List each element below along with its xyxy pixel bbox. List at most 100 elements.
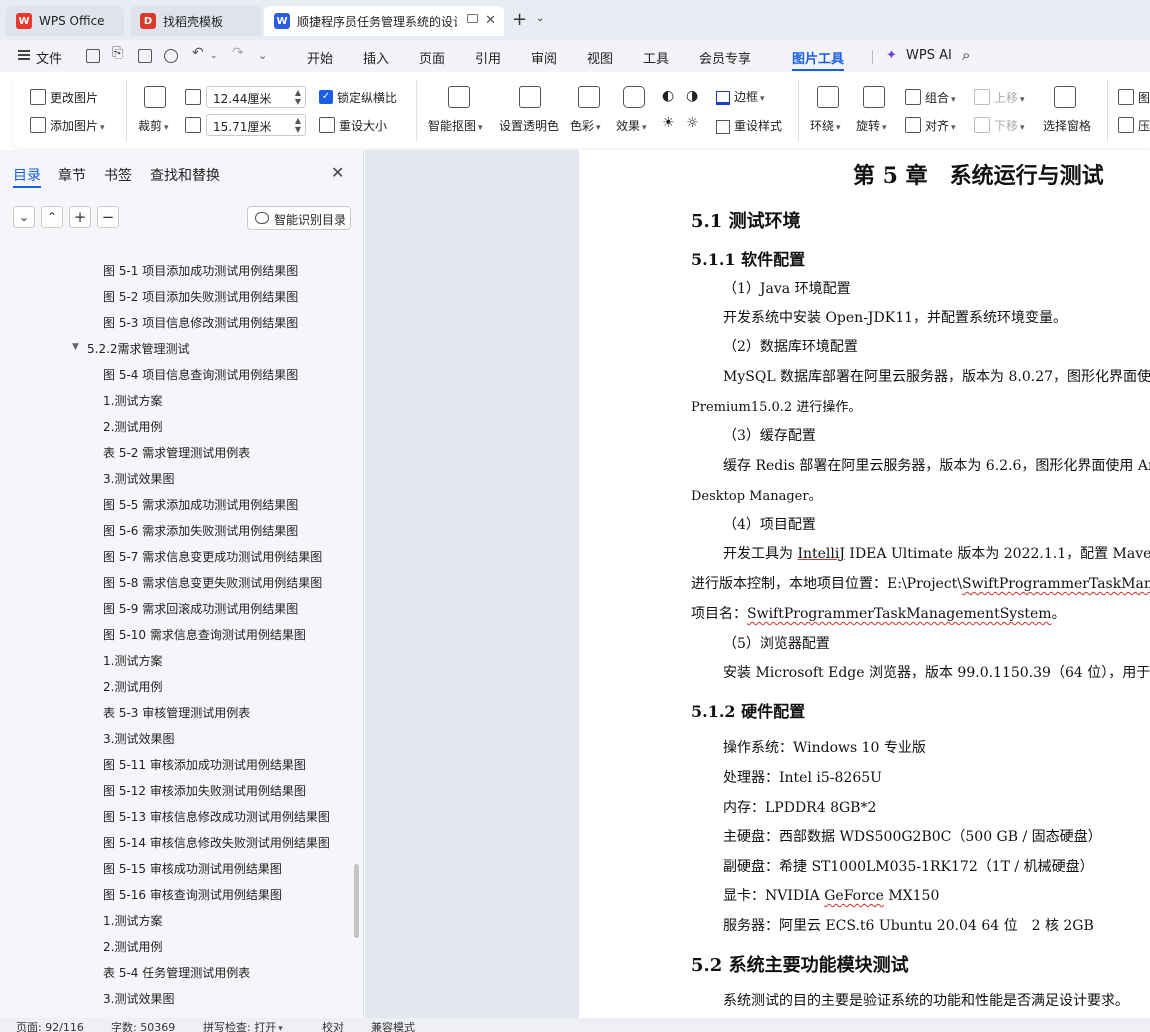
smart-cutout-button[interactable]: 智能抠图 ▾ <box>428 117 483 134</box>
tab-bookmarks[interactable]: 书签 <box>104 165 132 185</box>
lock-ratio-label[interactable]: 锁定纵横比 <box>337 89 397 106</box>
toc-item[interactable]: 图 5-15 审核成功测试用例结果图 <box>103 860 282 877</box>
lock-ratio-checkbox[interactable]: ✓ <box>319 90 333 104</box>
add-picture-button[interactable]: 添加图片 ▾ <box>50 117 105 134</box>
toc-item[interactable]: 5.2.2需求管理测试 <box>87 340 190 357</box>
toc-item[interactable]: 图 5-12 审核添加失败测试用例结果图 <box>103 782 306 799</box>
spinner-icon[interactable]: ▲ ▼ <box>295 116 301 134</box>
expand-up-icon[interactable]: ⌃ <box>41 206 63 228</box>
monitor-icon[interactable] <box>467 14 478 23</box>
change-picture-button[interactable]: 更改图片 <box>50 89 98 106</box>
color-button[interactable]: 色彩 ▾ <box>570 117 601 134</box>
rotate-button[interactable]: 旋转 ▾ <box>856 117 887 134</box>
toc-item[interactable]: 图 5-9 需求回滚成功测试用例结果图 <box>103 600 298 617</box>
toc-item[interactable]: 2.测试用例 <box>103 418 162 435</box>
chevron-down-icon[interactable]: ⌄ <box>536 13 544 24</box>
toc-item[interactable]: 图 5-5 需求添加成功测试用例结果图 <box>103 496 298 513</box>
brightness-increase-icon[interactable]: ☀ <box>662 115 675 131</box>
toc-item[interactable]: 3.测试效果图 <box>103 730 174 747</box>
toc-item[interactable]: 1.测试方案 <box>103 392 162 409</box>
expand-arrow-icon[interactable]: ▼ <box>72 342 79 352</box>
tab-sections[interactable]: 章节 <box>58 165 86 185</box>
menu-page[interactable]: 页面 <box>419 48 445 67</box>
reset-size-button[interactable]: 重设大小 <box>339 117 387 134</box>
toc-item[interactable]: 图 5-8 需求信息变更失败测试用例结果图 <box>103 574 322 591</box>
new-tab-icon[interactable]: + <box>512 9 527 30</box>
toc-item[interactable]: 图 5-13 审核信息修改成功测试用例结果图 <box>103 808 330 825</box>
compress-button[interactable]: 压 <box>1138 117 1150 134</box>
height-input[interactable]: 12.44厘米 ▲ ▼ <box>206 86 306 108</box>
print-icon[interactable] <box>138 49 152 63</box>
tab-document[interactable]: W 顺捷程序员任务管理系统的设计 ✕ <box>264 6 504 36</box>
add-heading-icon[interactable]: + <box>69 206 91 228</box>
contrast-icon[interactable]: ◑ <box>686 88 698 104</box>
search-icon[interactable]: ⌕ <box>962 46 970 64</box>
menu-tools[interactable]: 工具 <box>643 48 669 67</box>
menu-start[interactable]: 开始 <box>307 48 333 67</box>
tab-docer-templates[interactable]: D 找稻壳模板 <box>130 6 262 36</box>
toc-item[interactable]: 3.测试效果图 <box>103 990 174 1007</box>
undo-icon[interactable]: ↶ <box>192 45 204 61</box>
file-menu[interactable]: 文件 <box>36 48 62 67</box>
close-icon[interactable]: ✕ <box>485 13 496 28</box>
menu-review[interactable]: 审阅 <box>531 48 557 67</box>
remove-heading-icon[interactable]: − <box>97 206 119 228</box>
toc-item[interactable]: 图 5-4 项目信息查询测试用例结果图 <box>103 366 298 383</box>
menu-member[interactable]: 会员专享 <box>699 48 751 67</box>
toc-item[interactable]: 图 5-14 审核信息修改失败测试用例结果图 <box>103 834 330 851</box>
close-icon[interactable]: ✕ <box>331 163 344 182</box>
selection-pane-button[interactable]: 选择窗格 <box>1043 117 1091 134</box>
save-icon[interactable] <box>86 49 100 63</box>
toc-item[interactable]: 图 5-10 需求信息查询测试用例结果图 <box>103 626 306 643</box>
toc-item[interactable]: 表 5-4 任务管理测试用例表 <box>103 964 250 981</box>
collapse-all-icon[interactable]: ⌄ <box>13 206 35 228</box>
brightness-decrease-icon[interactable]: ☼ <box>686 115 699 131</box>
spell-check-toggle[interactable]: 拼写检查: 打开 ▾ <box>203 1019 283 1032</box>
toc-item[interactable]: 图 5-3 项目信息修改测试用例结果图 <box>103 314 298 331</box>
tab-find-replace[interactable]: 查找和替换 <box>150 165 220 185</box>
toc-item[interactable]: 1.测试方案 <box>103 912 162 929</box>
crop-button[interactable]: 裁剪 ▾ <box>138 117 169 134</box>
menu-picture-tools[interactable]: 图片工具 <box>792 48 844 67</box>
spinner-icon[interactable]: ▲ ▼ <box>295 88 301 106</box>
document-page[interactable]: 第 5 章 系统运行与测试 5.1 测试环境 5.1.1 软件配置 （1）Jav… <box>579 150 1150 1018</box>
proofread-button[interactable]: 校对 <box>322 1019 344 1032</box>
share-link-icon[interactable]: ⎘ <box>112 45 123 61</box>
toc-item[interactable]: 图 5-16 审核查询测试用例结果图 <box>103 886 282 903</box>
tab-wps-office[interactable]: W WPS Office <box>6 6 124 36</box>
wrap-button[interactable]: 环绕 ▾ <box>810 117 841 134</box>
brightness-icon[interactable]: ◐ <box>662 88 674 104</box>
toc-item[interactable]: 1.测试方案 <box>103 652 162 669</box>
chevron-down-icon[interactable]: ⌄ <box>210 51 218 61</box>
set-transparent-button[interactable]: 设置透明色 <box>499 117 559 134</box>
toc-item[interactable]: 2.测试用例 <box>103 678 162 695</box>
toc-item[interactable]: 表 5-3 审核管理测试用例表 <box>103 704 250 721</box>
toc-item[interactable]: 2.测试用例 <box>103 938 162 955</box>
reset-style-button[interactable]: 重设样式 <box>716 117 782 134</box>
toc-item[interactable]: 图 5-6 需求添加失败测试用例结果图 <box>103 522 298 539</box>
menu-references[interactable]: 引用 <box>475 48 501 67</box>
border-button[interactable]: 边框 ▾ <box>716 88 765 105</box>
smart-toc-button[interactable]: 智能识别目录 <box>247 206 351 230</box>
toc-item[interactable]: 图 5-1 项目添加成功测试用例结果图 <box>103 262 298 279</box>
toc-scrollbar[interactable] <box>354 864 359 938</box>
toc-item[interactable]: 图 5-7 需求信息变更成功测试用例结果图 <box>103 548 322 565</box>
toc-item[interactable]: 表 5-2 需求管理测试用例表 <box>103 444 250 461</box>
menu-insert[interactable]: 插入 <box>363 48 389 67</box>
picture-more-button[interactable]: 图 <box>1138 89 1150 106</box>
menu-wps-ai[interactable]: WPS AI <box>906 48 952 63</box>
chevron-down-icon[interactable]: ⌄ <box>258 49 267 62</box>
toc-item[interactable]: 图 5-2 项目添加失败测试用例结果图 <box>103 288 298 305</box>
toc-item[interactable]: 3.测试效果图 <box>103 470 174 487</box>
hamburger-menu-icon[interactable] <box>18 50 30 60</box>
wps-ai-icon[interactable]: ✦ <box>886 48 897 63</box>
page-indicator[interactable]: 页面: 92/116 <box>16 1019 84 1032</box>
effects-button[interactable]: 效果 ▾ <box>616 117 647 134</box>
group-button[interactable]: 组合 ▾ <box>925 89 956 106</box>
align-button[interactable]: 对齐 ▾ <box>925 117 956 134</box>
tab-toc[interactable]: 目录 <box>13 165 41 185</box>
word-count[interactable]: 字数: 50369 <box>111 1019 175 1032</box>
width-input[interactable]: 15.71厘米 ▲ ▼ <box>206 114 306 136</box>
menu-view[interactable]: 视图 <box>587 48 613 67</box>
print-preview-icon[interactable] <box>164 49 178 63</box>
